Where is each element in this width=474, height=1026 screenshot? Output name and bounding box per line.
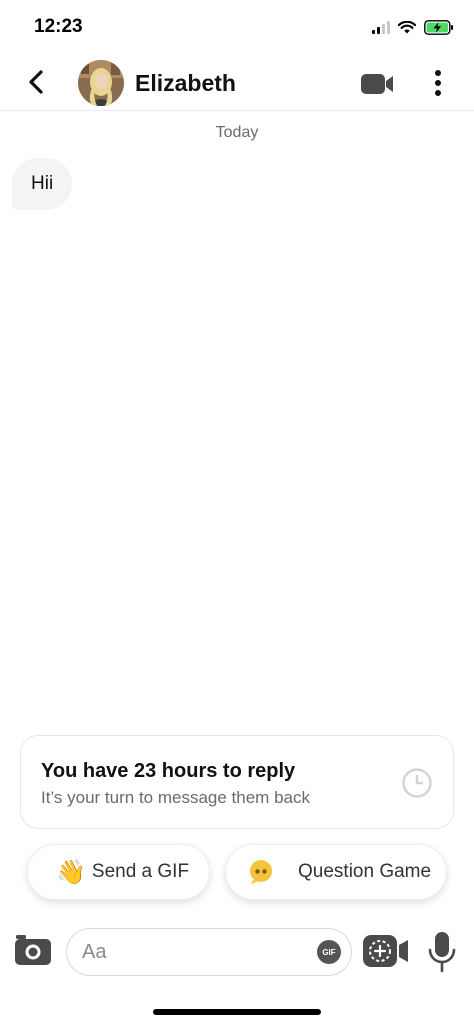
- send-gif-label: Send a GIF: [91, 861, 190, 882]
- gif-picker-button[interactable]: GIF: [317, 940, 341, 964]
- contact-name[interactable]: Elizabeth: [135, 70, 236, 97]
- date-separator: Today: [215, 124, 259, 141]
- signal-icon: [372, 21, 390, 34]
- home-indicator: [153, 1009, 321, 1015]
- video-camera-icon: [361, 74, 393, 94]
- camera-button[interactable]: [14, 934, 52, 966]
- video-note-button[interactable]: [362, 934, 410, 968]
- question-game-button[interactable]: Question Game: [225, 844, 447, 900]
- question-game-label: Question Game: [298, 861, 432, 882]
- wifi-icon: [398, 21, 416, 34]
- clock-icon: [402, 768, 432, 798]
- microphone-icon: [428, 932, 456, 973]
- battery-charging-icon: [424, 20, 453, 35]
- camera-icon: [15, 935, 51, 965]
- status-icons: [372, 20, 454, 35]
- video-call-button[interactable]: [360, 72, 394, 96]
- question-game-icon: [250, 860, 272, 884]
- reply-deadline-card: You have 23 hours to reply It’s your tur…: [20, 735, 454, 829]
- chat-header: Elizabeth: [0, 56, 474, 111]
- message-bubble-incoming[interactable]: Hii: [12, 158, 73, 210]
- contact-avatar[interactable]: [78, 60, 124, 106]
- status-bar: 12:23: [0, 0, 474, 56]
- status-time: 12:23: [34, 16, 83, 37]
- video-note-icon: [363, 935, 408, 967]
- vertical-ellipsis-icon: [435, 70, 441, 76]
- reply-deadline-subtitle: It’s your turn to message them back: [41, 788, 310, 807]
- message-input[interactable]: [66, 928, 352, 976]
- microphone-button[interactable]: [427, 930, 457, 974]
- send-gif-button[interactable]: 👋 Send a GIF: [27, 844, 210, 900]
- reply-deadline-title: You have 23 hours to reply: [41, 760, 296, 782]
- chevron-left-icon: [29, 70, 43, 94]
- back-button[interactable]: [22, 68, 50, 96]
- waving-hand-icon: 👋: [56, 858, 86, 886]
- more-options-button[interactable]: [428, 68, 448, 98]
